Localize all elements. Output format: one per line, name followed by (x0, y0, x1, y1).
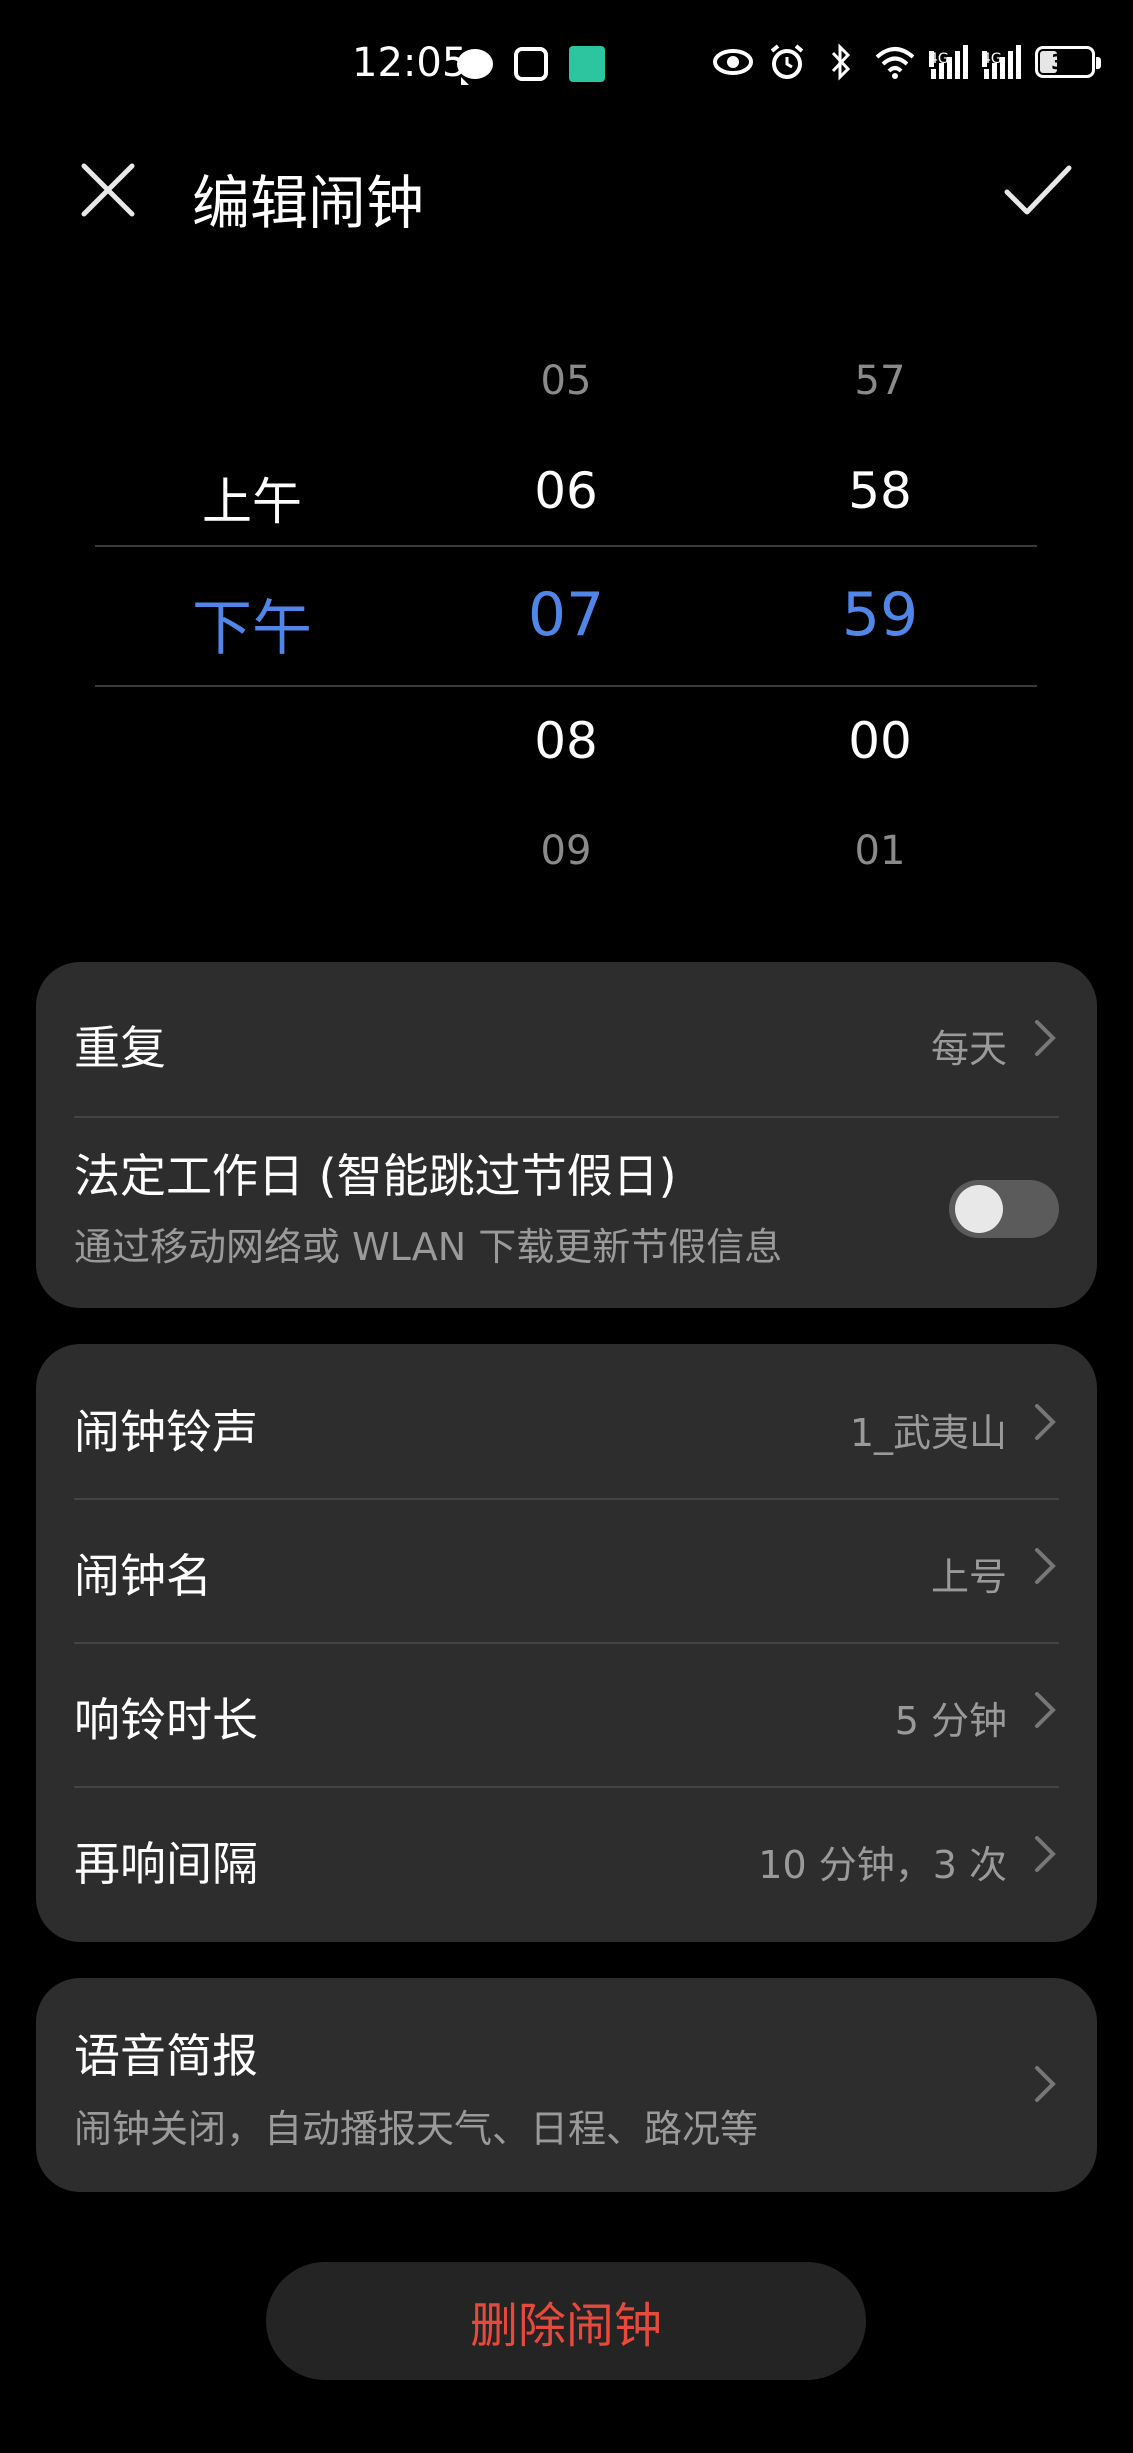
message-icon (455, 44, 495, 85)
chevron-right-icon (1035, 1404, 1056, 1440)
snooze-row[interactable]: 再响间隔 10 分钟，3 次 (74, 1788, 1059, 1942)
hour-option[interactable]: 05 (466, 358, 666, 404)
snooze-label: 再响间隔 (74, 1837, 258, 1891)
battery-level: 30 (1051, 50, 1079, 74)
workday-toggle[interactable] (949, 1180, 1059, 1238)
network-label: 4G (982, 51, 1002, 67)
hour-option[interactable]: 09 (466, 828, 666, 874)
voice-briefing-label: 语音简报 (74, 2029, 258, 2083)
alarm-icon (767, 42, 807, 82)
check-icon (1004, 165, 1072, 215)
snooze-value: 10 分钟，3 次 (758, 1843, 1007, 1887)
ringtone-label: 闹钟铃声 (74, 1405, 258, 1459)
signal-4g-icon: 4G (929, 45, 968, 79)
alarm-name-label: 闹钟名 (74, 1549, 212, 1603)
voice-briefing-subtitle: 闹钟关闭，自动播报天气、日程、路况等 (74, 2107, 759, 2151)
page-title: 编辑闹钟 (192, 169, 425, 237)
minute-option[interactable]: 58 (780, 462, 980, 520)
minute-option[interactable]: 57 (780, 358, 980, 404)
hour-option[interactable]: 06 (466, 462, 666, 520)
close-icon (81, 163, 135, 217)
delete-alarm-label: 删除闹钟 (469, 2298, 662, 2354)
notification-icons (455, 44, 607, 85)
bluetooth-icon (821, 42, 861, 82)
eye-icon (713, 42, 753, 82)
repeat-card: 重复 每天 法定工作日 (智能跳过节假日) 通过移动网络或 WLAN 下载更新节… (36, 962, 1097, 1308)
chevron-right-icon (1035, 2066, 1056, 2102)
picker-divider-bottom (95, 685, 1037, 687)
chevron-right-icon (1035, 1836, 1056, 1872)
toggle-knob (955, 1185, 1003, 1233)
status-time: 12:05 (352, 40, 468, 86)
chevron-right-icon (1035, 1548, 1056, 1584)
workday-row: 法定工作日 (智能跳过节假日) 通过移动网络或 WLAN 下载更新节假信息 (74, 1118, 1059, 1308)
status-bar: 12:05 4G 4G 30 (0, 0, 1133, 130)
hour-selected[interactable]: 07 (466, 580, 666, 650)
header: 编辑闹钟 (0, 150, 1133, 237)
alarm-name-value: 上号 (930, 1555, 1007, 1599)
workday-label: 法定工作日 (智能跳过节假日) (74, 1149, 677, 1203)
workday-subtitle: 通过移动网络或 WLAN 下载更新节假信息 (74, 1225, 783, 1269)
minute-option[interactable]: 01 (780, 828, 980, 874)
repeat-row[interactable]: 重复 每天 (74, 962, 1059, 1116)
ampm-option-am[interactable]: 上午 (152, 462, 352, 534)
system-icons: 4G 4G 30 (713, 42, 1101, 82)
confirm-button[interactable] (1003, 162, 1073, 218)
hour-option[interactable]: 08 (466, 712, 666, 770)
repeat-value: 每天 (930, 1027, 1007, 1071)
signal-4g-icon: 4G (982, 45, 1021, 79)
delete-alarm-button[interactable]: 删除闹钟 (266, 2262, 866, 2380)
network-label: 4G (929, 51, 949, 67)
minute-selected[interactable]: 59 (780, 580, 980, 650)
ringtone-value: 1_武夷山 (849, 1411, 1007, 1455)
wifi-icon (875, 42, 915, 82)
settings-card: 闹钟铃声 1_武夷山 闹钟名 上号 响铃时长 5 分钟 再响间隔 10 分钟，3… (36, 1344, 1097, 1942)
alarm-name-row[interactable]: 闹钟名 上号 (74, 1500, 1059, 1642)
ring-duration-row[interactable]: 响铃时长 5 分钟 (74, 1644, 1059, 1786)
repeat-label: 重复 (74, 1021, 166, 1075)
voice-briefing-card[interactable]: 语音简报 闹钟关闭，自动播报天气、日程、路况等 (36, 1978, 1097, 2192)
ring-duration-value: 5 分钟 (894, 1699, 1007, 1743)
chevron-right-icon (1035, 1692, 1056, 1728)
ringtone-row[interactable]: 闹钟铃声 1_武夷山 (74, 1344, 1059, 1498)
time-picker: 上午 下午 05 06 07 08 09 57 58 59 00 01 (0, 340, 1133, 940)
picker-divider-top (95, 545, 1037, 547)
voice-briefing-row[interactable]: 语音简报 闹钟关闭，自动播报天气、日程、路况等 (74, 1978, 1059, 2192)
minute-option[interactable]: 00 (780, 712, 980, 770)
app-notification-icon (567, 44, 607, 84)
ampm-selected[interactable]: 下午 (152, 580, 352, 667)
battery-icon: 30 (1035, 46, 1101, 78)
chevron-right-icon (1035, 1020, 1056, 1056)
ring-duration-label: 响铃时长 (74, 1693, 258, 1747)
hand-icon (511, 44, 551, 84)
close-button[interactable] (80, 162, 136, 218)
